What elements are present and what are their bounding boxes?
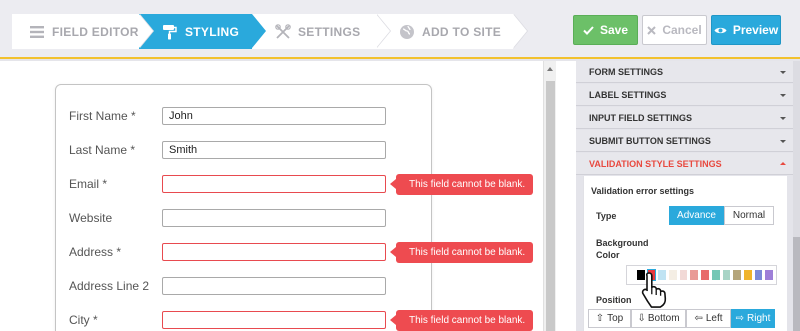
wizard-steps: FIELD EDITOR STYLING SETTINGS ADD TO SIT…: [12, 14, 528, 49]
caret-down-icon: [780, 117, 786, 120]
step-label: STYLING: [185, 24, 240, 39]
canvas-scrollbar[interactable]: [543, 61, 556, 331]
color-swatch[interactable]: [679, 270, 688, 280]
caret-down-icon: [780, 140, 786, 143]
type-advance-toggle[interactable]: Advance: [669, 206, 724, 225]
position-left-button[interactable]: ⇦ Left: [686, 309, 731, 328]
tools-icon: [274, 23, 292, 40]
field-label: First Name *: [69, 109, 136, 123]
form-row-address: Address * This field cannot be blank.: [56, 242, 533, 263]
form-row-address-line-2: Address Line 2: [56, 277, 433, 297]
step-field-editor[interactable]: FIELD EDITOR: [12, 14, 154, 49]
type-normal-toggle[interactable]: Normal: [724, 206, 774, 225]
accordion-label: INPUT FIELD SETTINGS: [589, 113, 693, 123]
field-label: City *: [69, 313, 98, 327]
step-label: FIELD EDITOR: [52, 24, 139, 39]
address-line-2-input[interactable]: [162, 277, 386, 295]
preview-button[interactable]: Preview: [711, 15, 781, 45]
form-row-website: Website: [56, 209, 433, 229]
accordion-label: FORM SETTINGS: [589, 67, 663, 77]
step-label: ADD TO SITE: [422, 24, 502, 39]
color-swatch[interactable]: [754, 270, 763, 280]
color-swatch[interactable]: [765, 270, 773, 280]
save-label: Save: [599, 23, 629, 37]
validation-settings-body: Validation error settings Type Backgroun…: [583, 176, 787, 331]
step-styling[interactable]: STYLING: [139, 14, 266, 49]
accordion-label: LABEL SETTINGS: [589, 90, 667, 100]
background-color-label-line1: Background: [596, 238, 649, 248]
validation-tooltip: This field cannot be blank.: [390, 310, 533, 331]
form-preview-card: First Name * John Last Name * Smith Emai…: [55, 84, 533, 331]
website-input[interactable]: [162, 209, 386, 227]
step-add-to-site[interactable]: ADD TO SITE: [376, 14, 528, 49]
accordion-submit-button-settings[interactable]: SUBMIT BUTTON SETTINGS: [576, 130, 793, 152]
accordion-validation-style-settings[interactable]: VALIDATION STYLE SETTINGS: [576, 153, 793, 175]
cancel-label: Cancel: [662, 23, 702, 37]
color-swatch[interactable]: [722, 270, 731, 280]
type-label: Type: [596, 211, 617, 221]
scroll-up-icon[interactable]: [547, 67, 553, 71]
form-row-last-name: Last Name * Smith: [56, 141, 433, 161]
caret-down-icon: [780, 71, 786, 74]
validation-settings-title: Validation error settings: [591, 186, 695, 196]
caret-down-icon: [780, 94, 786, 97]
address-input[interactable]: [162, 243, 386, 261]
field-label: Email *: [69, 177, 108, 191]
step-label: SETTINGS: [298, 24, 361, 39]
form-row-city: City * This field cannot be blank.: [56, 310, 533, 331]
first-name-input[interactable]: John: [162, 107, 386, 125]
arrow-down-icon: ⇩: [637, 313, 646, 324]
step-settings[interactable]: SETTINGS: [252, 14, 391, 49]
scrollbar-thumb[interactable]: [546, 81, 555, 331]
hand-pointer-cursor-icon: [641, 272, 667, 308]
menu-lines-icon: [28, 24, 46, 40]
field-label: Address Line 2: [69, 279, 150, 293]
form-row-email: Email * This field cannot be blank.: [56, 174, 533, 195]
paint-roller-icon: [161, 24, 179, 40]
save-button[interactable]: Save: [573, 15, 638, 45]
preview-label: Preview: [732, 23, 779, 37]
eye-icon: [714, 26, 727, 35]
arrow-left-icon: ⇦: [694, 313, 703, 324]
checkmark-icon: [583, 25, 594, 35]
color-swatch[interactable]: [743, 270, 752, 280]
accordion-input-field-settings[interactable]: INPUT FIELD SETTINGS: [576, 107, 793, 129]
accordion-form-settings[interactable]: FORM SETTINGS: [576, 61, 793, 83]
accordion-label-settings[interactable]: LABEL SETTINGS: [576, 84, 793, 106]
form-row-first-name: First Name * John: [56, 107, 433, 127]
validation-tooltip: This field cannot be blank.: [390, 242, 533, 263]
validation-tooltip: This field cannot be blank.: [390, 174, 533, 195]
color-swatch[interactable]: [701, 270, 709, 280]
scrollbar-thumb[interactable]: [793, 237, 800, 331]
position-top-button[interactable]: ⇧ Top: [588, 309, 631, 328]
caret-up-icon: [780, 162, 786, 165]
color-swatch[interactable]: [690, 270, 699, 280]
top-toolbar: FIELD EDITOR STYLING SETTINGS ADD TO SIT…: [0, 0, 800, 59]
last-name-input[interactable]: Smith: [162, 141, 386, 159]
field-label: Last Name *: [69, 143, 136, 157]
globe-icon: [398, 24, 416, 40]
email-input[interactable]: [162, 175, 386, 193]
close-icon: [647, 25, 657, 35]
position-label: Position: [596, 295, 632, 305]
cancel-button[interactable]: Cancel: [642, 15, 707, 45]
city-input[interactable]: [162, 311, 386, 329]
panel-scrollbar[interactable]: [793, 61, 800, 331]
position-right-button[interactable]: ⇨ Right: [731, 309, 775, 328]
color-swatch[interactable]: [711, 270, 720, 280]
color-swatch[interactable]: [733, 270, 741, 280]
field-label: Address *: [69, 245, 122, 259]
accordion-label: VALIDATION STYLE SETTINGS: [589, 159, 722, 169]
arrow-right-icon: ⇨: [735, 313, 745, 324]
field-label: Website: [69, 211, 113, 225]
arrow-up-icon: ⇧: [595, 313, 605, 324]
background-color-label-line2: Color: [596, 250, 620, 260]
accordion-label: SUBMIT BUTTON SETTINGS: [589, 136, 711, 146]
position-bottom-button[interactable]: ⇩ Bottom: [631, 309, 686, 328]
